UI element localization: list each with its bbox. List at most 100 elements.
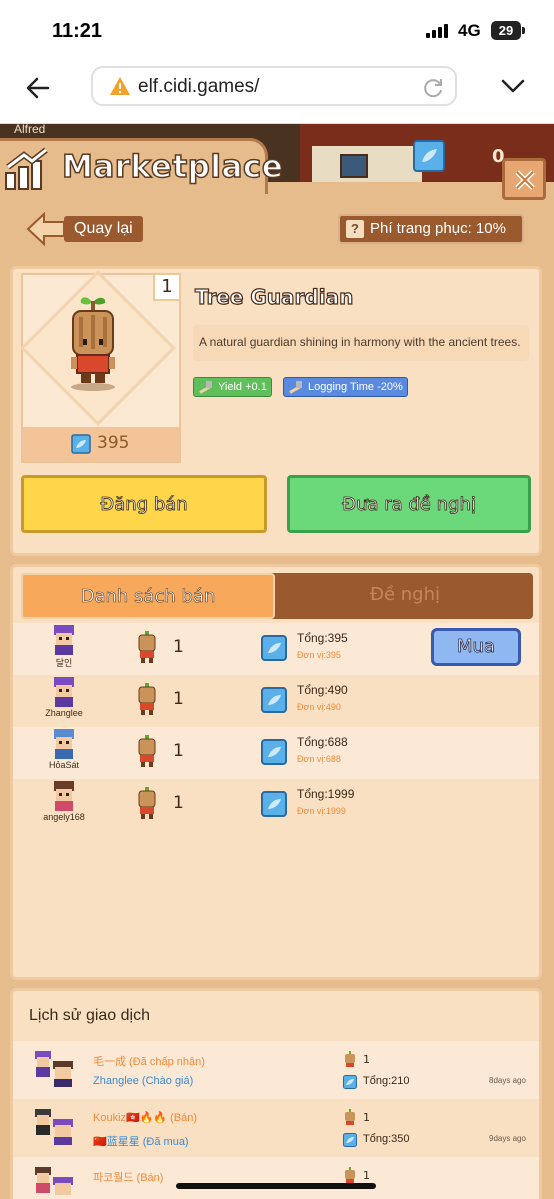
tree-guardian-sprite (71, 297, 115, 391)
back-arrow-icon (26, 212, 65, 246)
history-buyer: 🇨🇳蓝星星 (Đã mua) (93, 1136, 189, 1148)
network-label: 4G (458, 21, 481, 40)
seller-name: HỏaSát (48, 760, 80, 770)
help-icon[interactable]: ? (346, 220, 364, 238)
make-offer-button[interactable]: Đưa ra đề nghị (287, 475, 531, 533)
gem-icon (71, 434, 91, 454)
listing-unit-price: Đơn vị:1999 (297, 806, 346, 816)
tree-guardian-sprite (138, 631, 156, 663)
avatar-icon (54, 729, 74, 759)
gem-icon (343, 1075, 357, 1089)
history-total: Tổng:350 (363, 1133, 410, 1145)
history-row: 毛一成 (Đã chấp nhận) Zhanglee (Chào giá) 1… (13, 1041, 539, 1099)
list-for-sale-button[interactable]: Đăng bán (21, 475, 267, 533)
listing-quantity: 1 (173, 793, 184, 813)
listing-quantity: 1 (173, 637, 184, 657)
page-title: Marketplace (61, 148, 284, 186)
avatar-icon (35, 1167, 73, 1195)
listing-total: Tổng:688 (297, 735, 348, 749)
address-bar[interactable]: elf.cidi.games/ (91, 66, 457, 106)
marketplace-toolbar: Quay lại ? Phí trang phục: 10% (0, 204, 554, 254)
listing-table: 달인 1 Tổng:395 Đơn vị:395 Mua Zhanglee 1 … (13, 623, 539, 831)
table-row: 달인 1 Tổng:395 Đơn vị:395 Mua (13, 623, 539, 675)
gem-icon (343, 1133, 357, 1147)
clock: 11:21 (52, 20, 103, 42)
title-tab: Marketplace (0, 138, 284, 194)
history-seller: 毛一成 (Đã chấp nhận) (93, 1056, 205, 1068)
buy-button[interactable]: Mua (431, 628, 521, 666)
seller-name: angely168 (43, 812, 85, 822)
back-button-label: Quay lại (64, 216, 143, 242)
gem-icon (261, 635, 287, 661)
chevron-down-icon[interactable] (500, 76, 526, 96)
fee-label: Phí trang phục: 10% (370, 220, 506, 237)
logging-time-tag: Logging Time -20% (283, 377, 408, 397)
history-seller: Koukiz🇭🇰🔥🔥 (Bán) (93, 1112, 198, 1124)
yield-tag: Yield +0.1 (193, 377, 272, 397)
back-arrow-icon[interactable] (24, 74, 52, 102)
history-total: Tổng:210 (363, 1075, 410, 1087)
marketplace-header: Marketplace (0, 132, 554, 200)
avatar-icon (54, 781, 74, 811)
history-buyer: Zhanglee (Chào giá) (93, 1075, 194, 1087)
signal-icon (426, 22, 452, 38)
avatar-icon (35, 1051, 73, 1087)
axe-icon (199, 381, 212, 394)
url-text: elf.cidi.games/ (138, 76, 260, 97)
avatar-icon (54, 625, 74, 655)
history-title: Lịch sử giao dịch (29, 1007, 150, 1024)
listing-unit-price: Đơn vị:395 (297, 650, 341, 660)
tab-offers[interactable]: Đề nghị (277, 573, 533, 619)
tree-guardian-sprite (138, 683, 156, 715)
listing-total: Tổng:1999 (297, 787, 355, 801)
avatar-icon (54, 677, 74, 707)
listing-unit-price: Đơn vị:688 (297, 754, 341, 764)
chart-icon (5, 147, 48, 190)
history-quantity: 1 (363, 1169, 370, 1182)
seller-name: 달인 (55, 658, 73, 668)
listing-tabs: Danh sách bán Đề nghị (21, 573, 533, 619)
history-row: Koukiz🇭🇰🔥🔥 (Bán) 🇨🇳蓝星星 (Đã mua) 1 Tổng:3… (13, 1099, 539, 1157)
home-indicator[interactable] (176, 1183, 376, 1189)
seller-name: Zhanglee (45, 708, 83, 718)
reload-icon[interactable] (421, 76, 445, 100)
listing-total: Tổng:490 (297, 683, 348, 697)
tree-guardian-sprite (138, 735, 156, 767)
battery-icon: 29 (491, 21, 525, 40)
fee-badge: ? Phí trang phục: 10% (338, 214, 524, 244)
history-time: 8days ago (489, 1076, 526, 1085)
table-row: Zhanglee 1 Tổng:490 Đơn vị:490 (13, 675, 539, 727)
gem-icon (261, 739, 287, 765)
warning-icon (110, 77, 130, 95)
item-price-bar: 395 (23, 427, 179, 461)
gem-icon (261, 791, 287, 817)
browser-toolbar: elf.cidi.games/ (0, 62, 554, 124)
trade-history-panel: Lịch sử giao dịch 毛一成 (Đã chấp nhận) Zha… (10, 988, 542, 1199)
item-price: 395 (97, 433, 130, 453)
avatar-icon (35, 1109, 73, 1145)
history-time: 9days ago (489, 1134, 526, 1143)
status-bar: 11:21 4G 29 (0, 0, 554, 62)
history-quantity: 1 (363, 1053, 370, 1066)
listings-panel: Danh sách bán Đề nghị 달인 1 Tổng:395 Đơn … (10, 564, 542, 980)
axe-icon (289, 381, 302, 394)
close-icon (515, 170, 535, 190)
listing-quantity: 1 (173, 741, 184, 761)
item-quantity: 1 (153, 273, 181, 301)
history-row: 파코월드 (Bán) 1 (13, 1157, 539, 1199)
table-row: HỏaSát 1 Tổng:688 Đơn vị:688 (13, 727, 539, 779)
game-area: Alfred 0 Marketplace Quay lại ? Phí tran… (0, 124, 554, 1199)
yield-tag-label: Yield +0.1 (218, 381, 267, 393)
history-seller: 파코월드 (Bán) (93, 1172, 164, 1184)
back-button[interactable]: Quay lại (26, 212, 150, 246)
tree-guardian-sprite (345, 1051, 355, 1067)
tree-guardian-sprite (138, 787, 156, 819)
tab-sell-list[interactable]: Danh sách bán (21, 573, 275, 619)
gem-icon (261, 687, 287, 713)
tree-guardian-sprite (345, 1109, 355, 1125)
item-detail-panel: 1 395 Tree Guardian A natural guardian s… (10, 266, 542, 556)
listing-unit-price: Đơn vị:490 (297, 702, 341, 712)
item-description: A natural guardian shining in harmony wi… (193, 325, 529, 361)
close-button[interactable] (502, 158, 546, 200)
item-portrait: 1 395 (20, 270, 181, 463)
